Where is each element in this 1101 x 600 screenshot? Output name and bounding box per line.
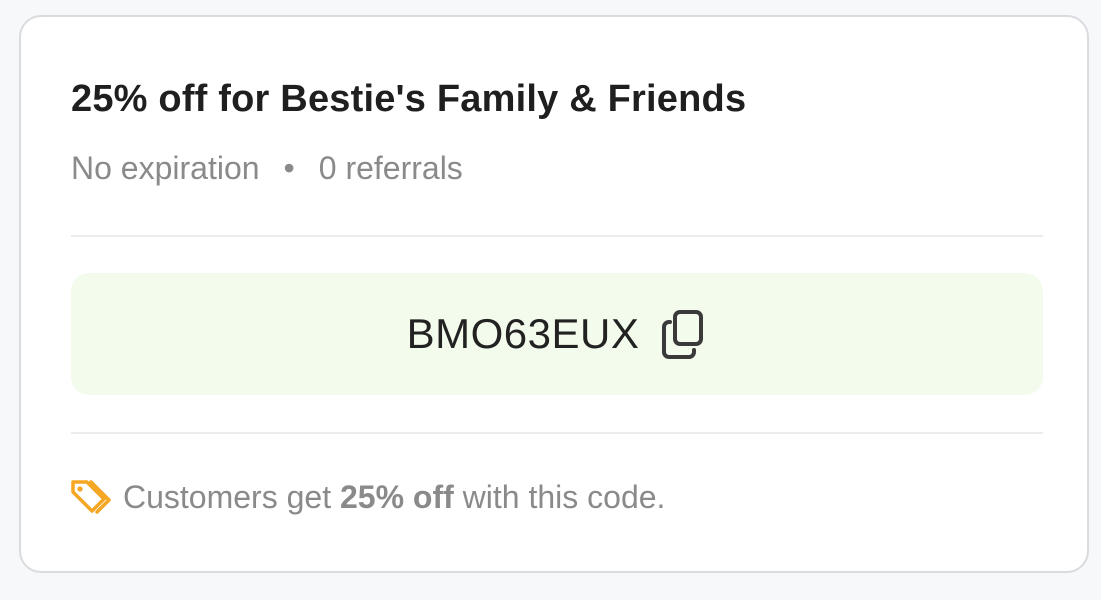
discount-card: 25% off for Bestie's Family & Friends No… xyxy=(19,15,1089,573)
description-prefix: Customers get xyxy=(123,479,340,515)
meta-separator: • xyxy=(283,150,295,186)
expiration-text: No expiration xyxy=(71,150,260,186)
divider xyxy=(71,432,1043,434)
referrals-count: 0 referrals xyxy=(318,150,463,186)
promo-code-box[interactable]: BMO63EUX xyxy=(71,273,1043,395)
description-highlight: 25% off xyxy=(339,479,454,515)
divider xyxy=(71,235,1043,237)
discount-description: Customers get 25% off with this code. xyxy=(123,478,665,516)
discount-meta: No expiration • 0 referrals xyxy=(71,149,463,187)
discount-title: 25% off for Bestie's Family & Friends xyxy=(71,78,747,120)
tag-icon xyxy=(69,477,111,517)
discount-footer: Customers get 25% off with this code. xyxy=(69,477,665,517)
copy-icon[interactable] xyxy=(661,309,707,359)
promo-code[interactable]: BMO63EUX xyxy=(407,310,640,358)
description-suffix: with this code. xyxy=(453,479,666,515)
